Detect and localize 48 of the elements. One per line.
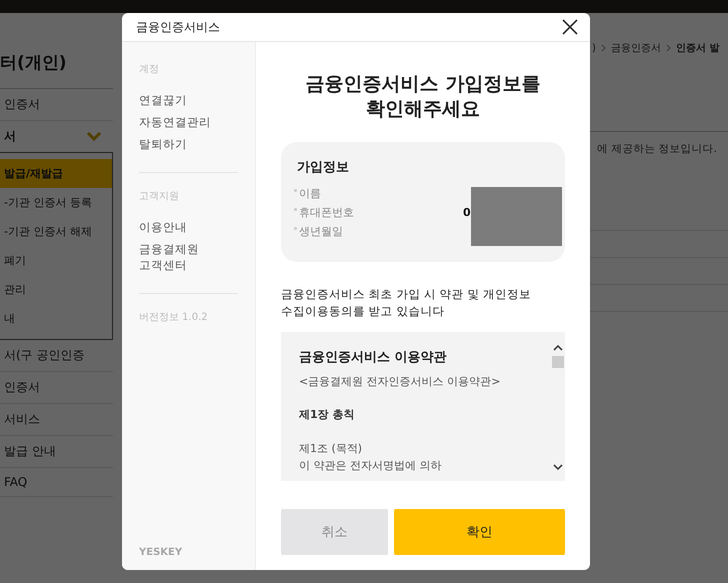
- terms-text: 제1조 (목적): [299, 440, 364, 457]
- sidebar-item[interactable]: 서: [0, 121, 113, 152]
- sidebar-item[interactable]: 서비스: [0, 404, 113, 436]
- scroll-down-icon[interactable]: [553, 464, 563, 471]
- sidebar-item[interactable]: 발급 안내: [0, 436, 113, 468]
- nav-section-heading: 계정: [139, 63, 160, 76]
- nav-link[interactable]: 연결끊기: [139, 92, 238, 108]
- terms-text: 금융인증서비스 이용약관: [299, 348, 448, 366]
- submenu-item[interactable]: 내: [0, 304, 112, 333]
- nav-section-heading: 고객지원: [139, 190, 180, 203]
- nav-link[interactable]: 금융결제원 고객센터: [139, 241, 238, 273]
- sidebar-item[interactable]: FAQ: [0, 468, 113, 497]
- cancel-button[interactable]: 취소: [281, 509, 388, 555]
- logo-text: YESKEY: [139, 547, 184, 560]
- breadcrumb-item[interactable]: 인증서 발: [676, 41, 720, 55]
- sidebar-title: 터(개인): [0, 13, 113, 89]
- close-button[interactable]: [560, 17, 580, 37]
- chevron-right-icon: [600, 44, 606, 52]
- nav-link[interactable]: 이용안내: [139, 219, 238, 235]
- sidebar-item[interactable]: 인증서: [0, 89, 113, 121]
- field-label: 휴대폰번호: [299, 206, 354, 219]
- sidebar-item[interactable]: 서(구 공인인증: [0, 340, 113, 372]
- breadcrumb-item[interactable]: 금융인증서: [610, 41, 661, 55]
- dialog-title: 금융인증서비스: [136, 18, 220, 36]
- scroll-thumb[interactable]: [552, 356, 564, 368]
- submenu-item[interactable]: 관리: [0, 275, 112, 304]
- nav-link[interactable]: 자동연결관리: [139, 114, 238, 130]
- terms-text: 제1장 총칙: [299, 406, 356, 422]
- submenu-item[interactable]: -기관 인증서 등록: [0, 188, 112, 217]
- chevron-right-icon: [666, 44, 671, 52]
- submenu-item[interactable]: -기관 인증서 해제: [0, 217, 112, 246]
- nav-link[interactable]: 탈퇴하기: [139, 136, 238, 152]
- notice-text: 에 제공하는 정보입니다.: [597, 142, 718, 156]
- confirm-button[interactable]: 확인: [394, 509, 565, 555]
- sidebar-item[interactable]: 인증서: [0, 372, 113, 404]
- submenu-item[interactable]: 폐기: [0, 246, 112, 275]
- scroll-up-icon[interactable]: [553, 344, 563, 351]
- dialog-heading: 금융인증서비스 가입정보를 확인해주세요: [304, 72, 542, 122]
- field-label: 생년월일: [299, 225, 343, 238]
- field-label: 이름: [299, 187, 321, 200]
- info-title: 가입정보: [297, 159, 350, 176]
- terms-text: <금융결제원 전자인증서비스 이용약관>: [299, 374, 502, 389]
- submenu-item[interactable]: 발급/재발급: [0, 159, 112, 188]
- consent-text: 금융인증서비스 최초 가입 시 약관 및 개인정보 수집이용동의를 받고 있습니다: [281, 286, 532, 320]
- version-text: 버전정보 1.0.2: [139, 311, 209, 324]
- terms-text: 이 약관은 전자서명법에 의하: [299, 458, 442, 474]
- field-value: 0: [463, 205, 471, 221]
- breadcrumb-item[interactable]: ): [592, 42, 596, 54]
